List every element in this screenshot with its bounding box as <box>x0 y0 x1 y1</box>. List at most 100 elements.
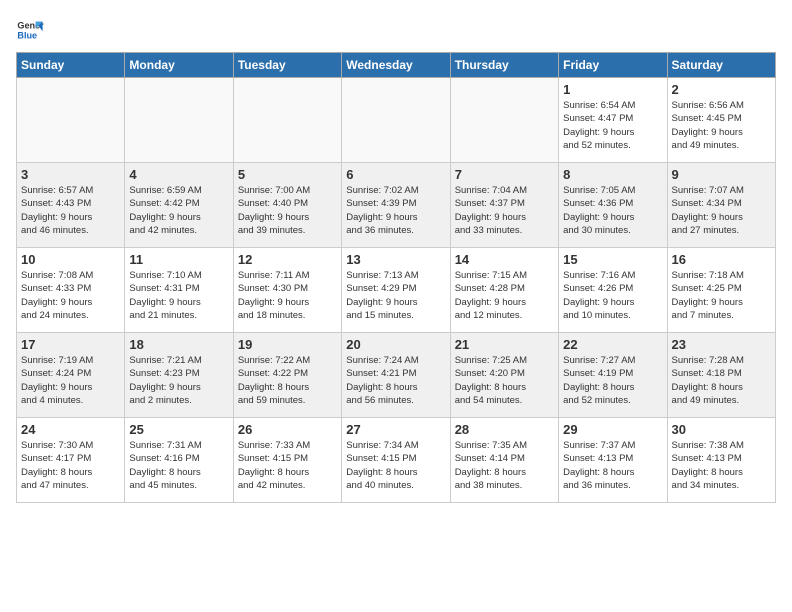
day-number: 4 <box>129 167 228 182</box>
day-number: 10 <box>21 252 120 267</box>
day-cell <box>125 78 233 163</box>
day-info: Sunrise: 7:19 AM Sunset: 4:24 PM Dayligh… <box>21 354 120 407</box>
day-cell: 7Sunrise: 7:04 AM Sunset: 4:37 PM Daylig… <box>450 163 558 248</box>
day-cell: 30Sunrise: 7:38 AM Sunset: 4:13 PM Dayli… <box>667 418 775 503</box>
day-number: 16 <box>672 252 771 267</box>
calendar-table: SundayMondayTuesdayWednesdayThursdayFrid… <box>16 52 776 503</box>
day-info: Sunrise: 7:33 AM Sunset: 4:15 PM Dayligh… <box>238 439 337 492</box>
day-number: 1 <box>563 82 662 97</box>
day-info: Sunrise: 7:31 AM Sunset: 4:16 PM Dayligh… <box>129 439 228 492</box>
day-number: 13 <box>346 252 445 267</box>
day-number: 8 <box>563 167 662 182</box>
day-cell: 9Sunrise: 7:07 AM Sunset: 4:34 PM Daylig… <box>667 163 775 248</box>
day-info: Sunrise: 7:28 AM Sunset: 4:18 PM Dayligh… <box>672 354 771 407</box>
day-cell: 15Sunrise: 7:16 AM Sunset: 4:26 PM Dayli… <box>559 248 667 333</box>
day-cell: 29 Sunrise: 7:37 AM Sunset: 4:13 PM Dayli… <box>559 418 667 503</box>
day-info: Sunrise: 7:15 AM Sunset: 4:28 PM Dayligh… <box>455 269 554 322</box>
day-info: Sunrise: 7:10 AM Sunset: 4:31 PM Dayligh… <box>129 269 228 322</box>
day-info: Sunrise: 7:11 AM Sunset: 4:30 PM Dayligh… <box>238 269 337 322</box>
day-cell: 20 Sunrise: 7:24 AM Sunset: 4:21 PM Dayli… <box>342 333 450 418</box>
day-cell <box>342 78 450 163</box>
day-cell: 19 Sunrise: 7:22 AM Sunset: 4:22 PM Dayli… <box>233 333 341 418</box>
col-header-friday: Friday <box>559 53 667 78</box>
day-info: Sunrise: 7:13 AM Sunset: 4:29 PM Dayligh… <box>346 269 445 322</box>
day-info: Sunrise: 7:30 AM Sunset: 4:17 PM Dayligh… <box>21 439 120 492</box>
day-number: 21 <box>455 337 554 352</box>
week-row-1: 1 Sunrise: 6:54 AM Sunset: 4:47 PM Daylig… <box>17 78 776 163</box>
day-cell <box>450 78 558 163</box>
day-number: 28 <box>455 422 554 437</box>
day-info: Sunrise: 7:24 AM Sunset: 4:21 PM Dayligh… <box>346 354 445 407</box>
day-cell: 10 Sunrise: 7:08 AM Sunset: 4:33 PM Dayli… <box>17 248 125 333</box>
day-info: Sunrise: 7:34 AM Sunset: 4:15 PM Dayligh… <box>346 439 445 492</box>
day-number: 26 <box>238 422 337 437</box>
day-info: Sunrise: 7:07 AM Sunset: 4:34 PM Dayligh… <box>672 184 771 237</box>
day-number: 18 <box>129 337 228 352</box>
day-info: Sunrise: 7:35 AM Sunset: 4:14 PM Dayligh… <box>455 439 554 492</box>
day-info: Sunrise: 6:57 AM Sunset: 4:43 PM Dayligh… <box>21 184 120 237</box>
day-info: Sunrise: 7:22 AM Sunset: 4:22 PM Dayligh… <box>238 354 337 407</box>
day-cell: 5 Sunrise: 7:00 AM Sunset: 4:40 PM Daylig… <box>233 163 341 248</box>
day-info: Sunrise: 7:02 AM Sunset: 4:39 PM Dayligh… <box>346 184 445 237</box>
day-info: Sunrise: 7:00 AM Sunset: 4:40 PM Dayligh… <box>238 184 337 237</box>
col-header-saturday: Saturday <box>667 53 775 78</box>
week-row-3: 10 Sunrise: 7:08 AM Sunset: 4:33 PM Dayli… <box>17 248 776 333</box>
logo: General Blue <box>16 16 44 44</box>
day-number: 7 <box>455 167 554 182</box>
col-header-thursday: Thursday <box>450 53 558 78</box>
day-info: Sunrise: 7:08 AM Sunset: 4:33 PM Dayligh… <box>21 269 120 322</box>
day-cell: 24 Sunrise: 7:30 AM Sunset: 4:17 PM Dayli… <box>17 418 125 503</box>
day-number: 14 <box>455 252 554 267</box>
day-number: 2 <box>672 82 771 97</box>
day-cell: 3 Sunrise: 6:57 AM Sunset: 4:43 PM Daylig… <box>17 163 125 248</box>
day-number: 3 <box>21 167 120 182</box>
day-info: Sunrise: 7:37 AM Sunset: 4:13 PM Dayligh… <box>563 439 662 492</box>
day-info: Sunrise: 7:05 AM Sunset: 4:36 PM Dayligh… <box>563 184 662 237</box>
day-number: 29 <box>563 422 662 437</box>
svg-text:Blue: Blue <box>17 30 37 40</box>
col-header-sunday: Sunday <box>17 53 125 78</box>
day-number: 24 <box>21 422 120 437</box>
day-cell: 8 Sunrise: 7:05 AM Sunset: 4:36 PM Daylig… <box>559 163 667 248</box>
day-cell: 6Sunrise: 7:02 AM Sunset: 4:39 PM Daylig… <box>342 163 450 248</box>
col-header-tuesday: Tuesday <box>233 53 341 78</box>
col-header-wednesday: Wednesday <box>342 53 450 78</box>
day-cell: 21 Sunrise: 7:25 AM Sunset: 4:20 PM Dayli… <box>450 333 558 418</box>
week-row-4: 17Sunrise: 7:19 AM Sunset: 4:24 PM Dayli… <box>17 333 776 418</box>
day-number: 12 <box>238 252 337 267</box>
day-cell <box>233 78 341 163</box>
day-cell: 27Sunrise: 7:34 AM Sunset: 4:15 PM Dayli… <box>342 418 450 503</box>
day-cell: 18 Sunrise: 7:21 AM Sunset: 4:23 PM Dayli… <box>125 333 233 418</box>
header-row: SundayMondayTuesdayWednesdayThursdayFrid… <box>17 53 776 78</box>
day-info: Sunrise: 6:56 AM Sunset: 4:45 PM Dayligh… <box>672 99 771 152</box>
day-cell: 1 Sunrise: 6:54 AM Sunset: 4:47 PM Daylig… <box>559 78 667 163</box>
day-number: 19 <box>238 337 337 352</box>
day-cell: 14 Sunrise: 7:15 AM Sunset: 4:28 PM Dayli… <box>450 248 558 333</box>
day-info: Sunrise: 7:27 AM Sunset: 4:19 PM Dayligh… <box>563 354 662 407</box>
day-info: Sunrise: 7:21 AM Sunset: 4:23 PM Dayligh… <box>129 354 228 407</box>
day-cell: 22 Sunrise: 7:27 AM Sunset: 4:19 PM Dayli… <box>559 333 667 418</box>
day-cell: 2 Sunrise: 6:56 AM Sunset: 4:45 PM Daylig… <box>667 78 775 163</box>
day-info: Sunrise: 7:18 AM Sunset: 4:25 PM Dayligh… <box>672 269 771 322</box>
day-number: 5 <box>238 167 337 182</box>
day-number: 11 <box>129 252 228 267</box>
page-header: General Blue <box>16 16 776 44</box>
day-cell: 11 Sunrise: 7:10 AM Sunset: 4:31 PM Dayli… <box>125 248 233 333</box>
day-number: 23 <box>672 337 771 352</box>
day-info: Sunrise: 7:16 AM Sunset: 4:26 PM Dayligh… <box>563 269 662 322</box>
day-number: 22 <box>563 337 662 352</box>
day-cell: 17Sunrise: 7:19 AM Sunset: 4:24 PM Dayli… <box>17 333 125 418</box>
day-number: 20 <box>346 337 445 352</box>
day-info: Sunrise: 6:54 AM Sunset: 4:47 PM Dayligh… <box>563 99 662 152</box>
week-row-2: 3 Sunrise: 6:57 AM Sunset: 4:43 PM Daylig… <box>17 163 776 248</box>
day-cell: 4 Sunrise: 6:59 AM Sunset: 4:42 PM Daylig… <box>125 163 233 248</box>
day-info: Sunrise: 7:25 AM Sunset: 4:20 PM Dayligh… <box>455 354 554 407</box>
day-cell: 23 Sunrise: 7:28 AM Sunset: 4:18 PM Dayli… <box>667 333 775 418</box>
day-cell: 25Sunrise: 7:31 AM Sunset: 4:16 PM Dayli… <box>125 418 233 503</box>
day-cell: 16 Sunrise: 7:18 AM Sunset: 4:25 PM Dayli… <box>667 248 775 333</box>
logo-icon: General Blue <box>16 16 44 44</box>
day-number: 30 <box>672 422 771 437</box>
day-info: Sunrise: 6:59 AM Sunset: 4:42 PM Dayligh… <box>129 184 228 237</box>
col-header-monday: Monday <box>125 53 233 78</box>
day-cell: 13 Sunrise: 7:13 AM Sunset: 4:29 PM Dayli… <box>342 248 450 333</box>
